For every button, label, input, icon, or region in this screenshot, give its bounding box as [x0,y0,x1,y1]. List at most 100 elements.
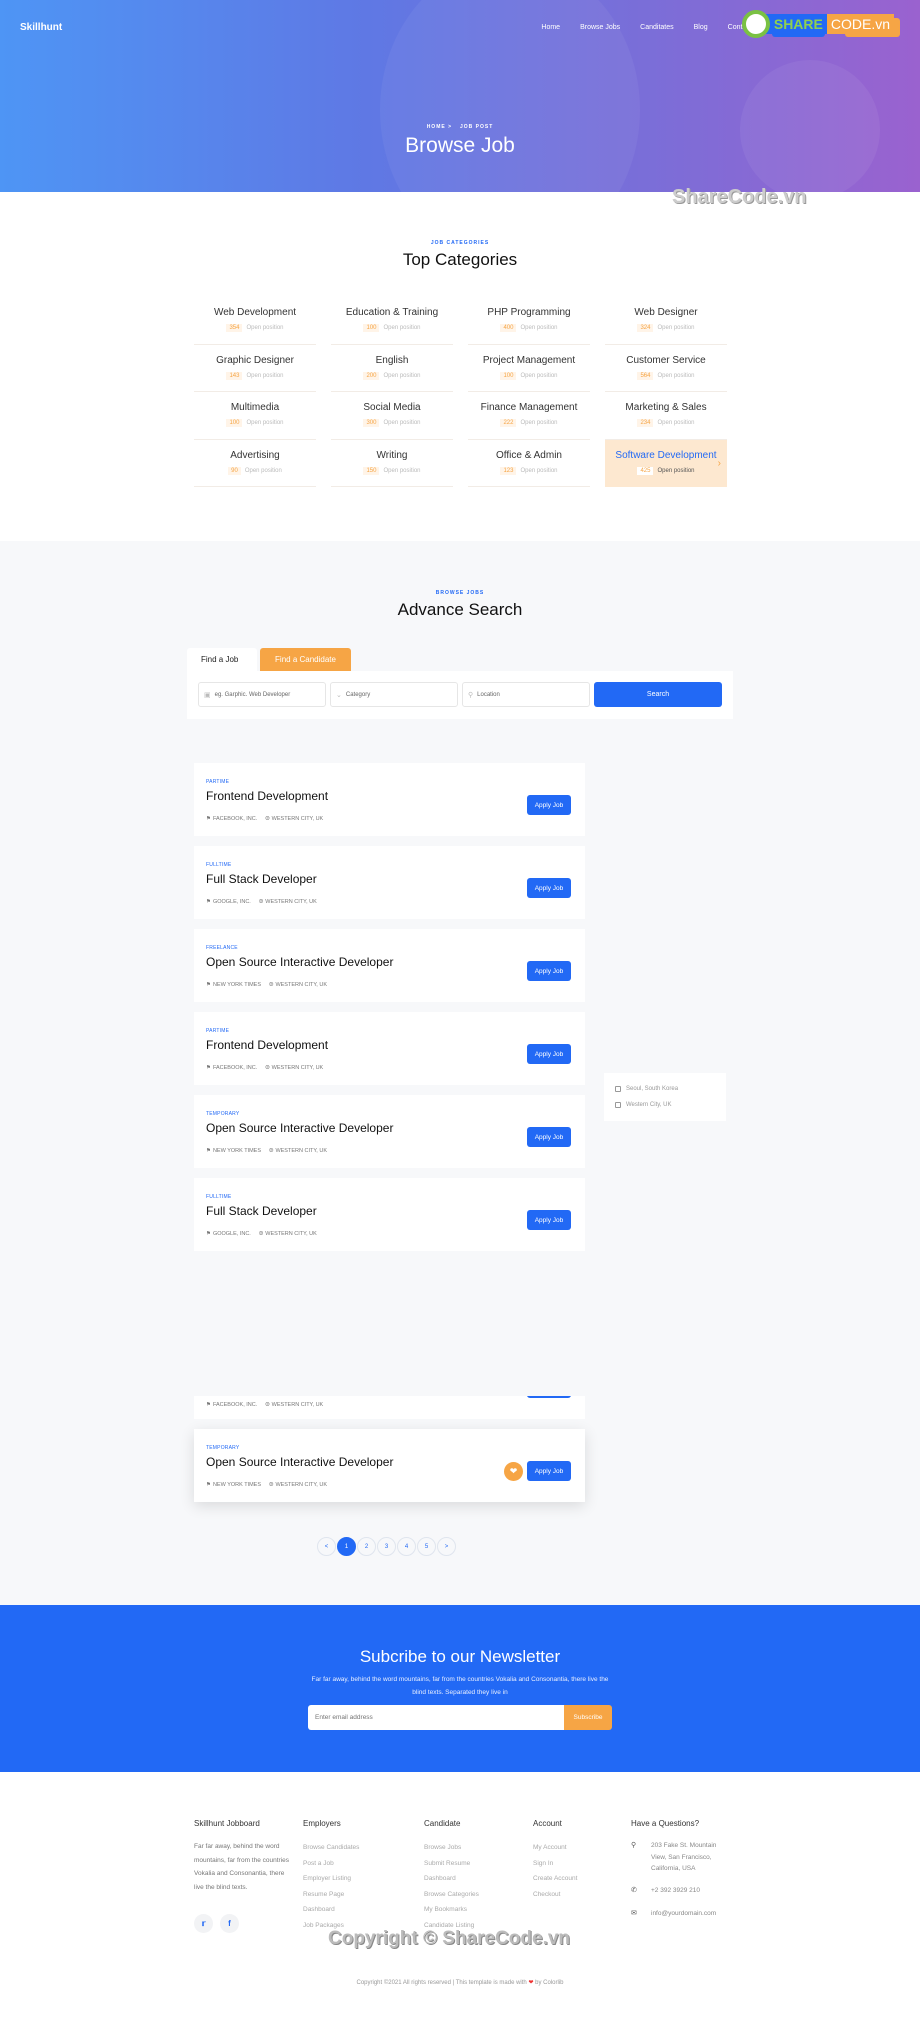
category-count: 143 [226,371,243,380]
footer-candidate: Candidate Browse Jobs Submit Resume Dashbo… [424,1819,479,1933]
pagination-page[interactable]: 5 [417,1537,436,1556]
location-field[interactable]: ⚲ Location [462,682,590,707]
email-link[interactable]: info@yourdomain.com [651,1908,716,1920]
footer-link[interactable]: Browse Jobs [424,1840,479,1856]
category-item[interactable]: Writing 150 Open position [331,440,453,487]
categories-header: JOB CATEGORIES Top Categories [0,240,920,270]
category-item[interactable]: Graphic Designer 143 Open position [194,345,316,392]
nav-browse-jobs[interactable]: Browse Jobs [580,24,620,31]
footer-link[interactable]: Browse Candidates [303,1840,359,1856]
apply-job-button[interactable]: Apply Job [527,1044,571,1064]
job-title[interactable]: Open Source Interactive Developer [206,1121,393,1135]
category-item[interactable]: Web Designer 324 Open position [605,297,727,345]
keyword-input[interactable]: eg. Garphic. Web Developer [215,692,291,698]
apply-job-button[interactable]: Apply Job [527,961,571,981]
job-title[interactable]: Open Source Interactive Developer [206,1455,393,1469]
category-item[interactable]: Customer Service 564 Open position [605,345,727,392]
checkbox[interactable] [615,1086,621,1092]
category-name: Web Development [213,307,297,318]
building-icon: ⚑ [206,982,211,988]
job-title[interactable]: Frontend Development [206,789,328,803]
category-name: Social Media [363,402,421,413]
job-company: ⚑ GOOGLE, INC. [206,899,251,906]
footer-link[interactable]: Post a Job [303,1856,359,1872]
footer-link[interactable]: Dashboard [303,1902,359,1918]
tab-find-candidate[interactable]: Find a Candidate [260,648,351,671]
job-meta: ⚑ GOOGLE, INC. ⧁ WESTERN CITY, UK [206,1231,317,1238]
hero-banner: Skillhunt Home Browse Jobs Canditates Bl… [0,0,920,192]
tab-find-job[interactable]: Find a Job [187,648,257,671]
location-icon: ⧁ [269,982,274,988]
category-item[interactable]: Social Media 300 Open position [331,392,453,440]
footer-employers: Employers Browse Candidates Post a Job Emp… [303,1819,359,1933]
facebook-icon[interactable]: f [220,1914,239,1933]
job-meta: ⚑ NEW YORK TIMES ⧁ WESTERN CITY, UK [206,1148,327,1155]
footer-link[interactable]: Resume Page [303,1887,359,1903]
footer-link[interactable]: Submit Resume [424,1856,479,1872]
filter-option[interactable]: Western City, UK [615,1097,715,1113]
keyword-field[interactable]: ▣ eg. Garphic. Web Developer [198,682,326,707]
nav-candidates[interactable]: Canditates [640,24,673,31]
category-name: Finance Management [480,402,578,413]
apply-job-button[interactable]: Apply Job [527,878,571,898]
job-title[interactable]: Full Stack Developer [206,872,317,886]
phone-link[interactable]: +2 392 3929 210 [651,1885,700,1897]
footer-link[interactable]: Create Account [533,1871,577,1887]
apply-job-button[interactable]: Apply Job [527,1210,571,1230]
apply-job-button[interactable]: Apply Job [527,1461,571,1481]
pagination-page[interactable]: 1 [337,1537,356,1556]
category-item[interactable]: English 200 Open position [331,345,453,392]
category-count: 100 [226,419,243,427]
footer-link[interactable]: My Bookmarks [424,1902,479,1918]
apply-job-button[interactable]: Apply Job [527,1127,571,1147]
pagination-prev[interactable]: < [317,1537,336,1556]
email-input[interactable] [308,1705,564,1730]
category-item[interactable]: PHP Programming 400 Open position [468,297,590,345]
filter-option[interactable]: Seoul, South Korea [615,1081,715,1097]
category-open-label: Open position [246,325,284,331]
category-item[interactable]: Marketing & Sales 234 Open position [605,392,727,440]
filter-option-label: Western City, UK [626,1102,672,1108]
job-title[interactable]: Frontend Development [206,1038,328,1052]
apply-job-button[interactable]: Apply Job [527,795,571,815]
apply-button-partial[interactable] [527,1396,571,1398]
category-item[interactable]: Multimedia 100 Open position [194,392,316,440]
pagination-page[interactable]: 4 [397,1537,416,1556]
brand-logo[interactable]: Skillhunt [20,22,62,33]
search-button[interactable]: Search [594,682,722,707]
category-item[interactable]: Education & Training 100 Open position [331,297,453,345]
job-card: TEMPORARY Open Source Interactive Develop… [194,1429,585,1502]
pagination-page[interactable]: 2 [357,1537,376,1556]
category-meta: 400 Open position [468,324,590,332]
colorlib-link[interactable]: by Colorlib [535,1980,563,1986]
category-item[interactable]: Advertising 90 Open position [194,440,316,487]
category-item[interactable]: Web Development 354 Open position [194,297,316,345]
category-item[interactable]: Software Development 425 Open position › [605,439,727,487]
footer-link[interactable]: My Account [533,1840,577,1856]
footer-link[interactable]: Checkout [533,1887,577,1903]
footer-link[interactable]: Sign In [533,1856,577,1872]
footer-link[interactable]: Employer Listing [303,1871,359,1887]
job-company-text: FACEBOOK, INC. [212,1402,258,1408]
category-item[interactable]: Project Management 100 Open position [468,345,590,392]
breadcrumb-home[interactable]: HOME > [427,124,452,130]
category-select[interactable]: ⌄ Category [330,682,458,707]
footer-link[interactable]: Dashboard [424,1871,479,1887]
job-title[interactable]: Open Source Interactive Developer [206,955,393,969]
building-icon: ⚑ [206,1065,211,1071]
twitter-icon[interactable]: 𝕣 [194,1914,213,1933]
job-title[interactable]: Full Stack Developer [206,1204,317,1218]
category-item[interactable]: Finance Management 222 Open position [468,392,590,440]
building-icon: ⚑ [206,816,211,822]
category-meta: 300 Open position [331,419,453,427]
checkbox[interactable] [615,1102,621,1108]
footer-link[interactable]: Browse Categories [424,1887,479,1903]
pagination-next[interactable]: > [437,1537,456,1556]
category-item[interactable]: Office & Admin 123 Open position [468,440,590,487]
location-input[interactable]: Location [477,692,500,698]
subscribe-button[interactable]: Subscribe [564,1705,612,1730]
nav-home[interactable]: Home [541,24,560,31]
pagination-page[interactable]: 3 [377,1537,396,1556]
heart-icon[interactable]: ❤ [504,1462,523,1481]
nav-blog[interactable]: Blog [694,24,708,31]
